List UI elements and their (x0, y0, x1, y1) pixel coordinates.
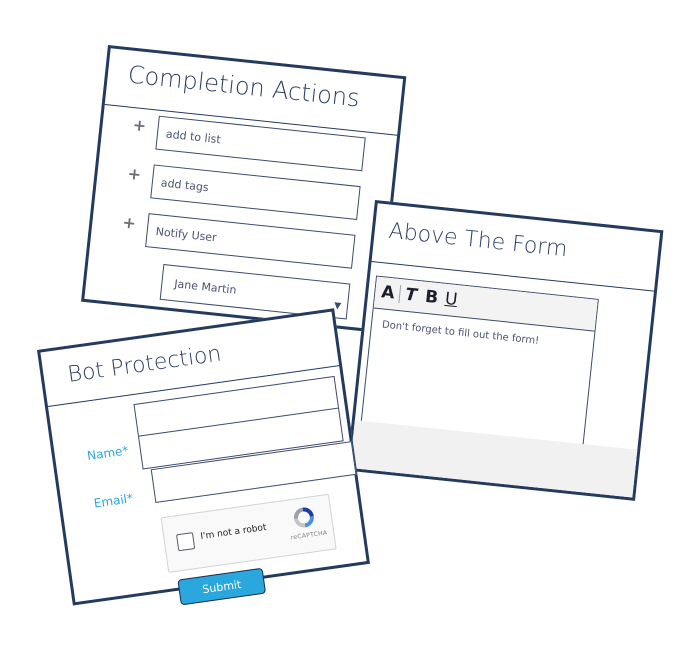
notify-user-placeholder: Notify User (155, 224, 218, 244)
font-icon[interactable]: A (380, 282, 395, 303)
notify-user-plus-icon[interactable]: + (122, 213, 137, 233)
above-the-form-header: Above The Form (371, 203, 661, 292)
chevron-down-icon: ▼ (333, 301, 342, 312)
notify-user-selected-value: Jane Martin (173, 276, 238, 297)
bot-protection-title: Bot Protection (66, 341, 223, 388)
toolbar-divider (398, 285, 402, 304)
above-the-form-title: Above The Form (387, 218, 569, 263)
completion-actions-title: Completion Actions (126, 60, 362, 113)
recaptcha-checkbox[interactable] (176, 532, 196, 552)
recaptcha-widget: I'm not a robot reCAPTCHA (160, 493, 337, 573)
add-tags-input[interactable]: add tags (150, 164, 361, 220)
bold-icon[interactable]: B (424, 287, 439, 308)
underline-icon[interactable]: U (444, 289, 458, 310)
add-list-plus-icon[interactable]: + (132, 115, 147, 135)
bot-protection-card: Bot Protection Name* Email* I'm not a ro… (37, 308, 370, 606)
above-the-form-card: Above The Form A T B U Don't forget to f… (346, 200, 664, 501)
completion-actions-header: Completion Actions (104, 48, 404, 136)
italic-icon[interactable]: T (404, 285, 418, 306)
add-to-list-placeholder: add to list (165, 127, 222, 146)
submit-button[interactable]: Submit (177, 567, 267, 606)
completion-actions-card: Completion Actions + add to list + add t… (81, 45, 407, 333)
editor-content[interactable]: Don't forget to fill out the form! (381, 319, 539, 346)
add-tags-plus-icon[interactable]: + (127, 164, 142, 184)
recaptcha-label: I'm not a robot (199, 522, 268, 542)
name-label: Name* (86, 443, 130, 463)
recaptcha-logo-icon (293, 507, 314, 528)
add-tags-placeholder: add tags (160, 175, 210, 194)
email-label: Email* (92, 491, 134, 511)
notify-user-input[interactable]: Notify User (145, 213, 356, 269)
